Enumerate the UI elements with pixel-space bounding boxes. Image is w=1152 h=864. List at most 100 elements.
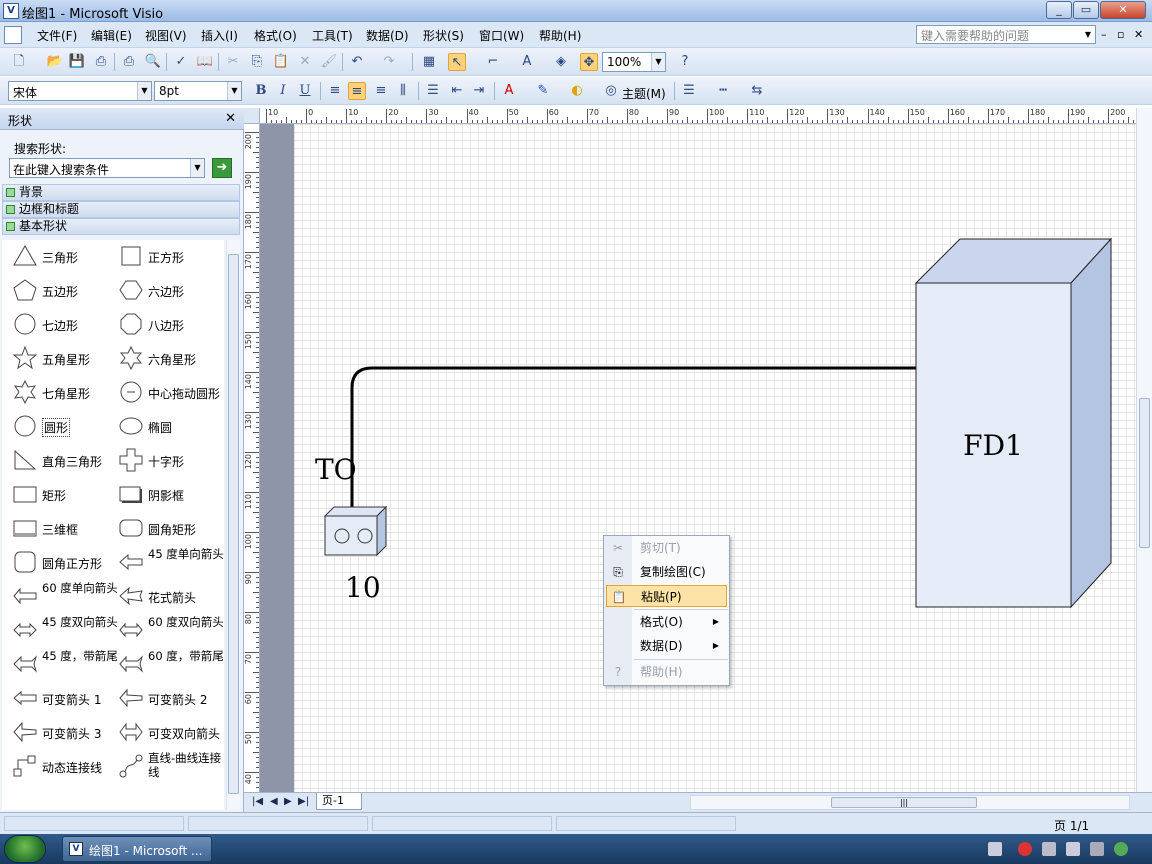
line-color-icon[interactable]: ✎ (534, 82, 552, 100)
increase-indent-icon[interactable]: ⇥ (470, 82, 488, 100)
shape-right-triangle[interactable]: 直角三角形 (6, 445, 112, 477)
shape-rectangle[interactable]: 矩形 (6, 479, 112, 511)
first-page-icon[interactable]: |◀ (252, 796, 263, 807)
research-icon[interactable]: 📖 (196, 53, 214, 71)
shapes-window-icon[interactable]: ▦ (420, 53, 438, 71)
shape-flex-arrow-2[interactable]: 可变箭头 2 (112, 683, 218, 715)
shape-star6[interactable]: 六角星形 (112, 343, 218, 375)
outlet-number-label[interactable]: 10 (345, 571, 381, 604)
shape-dynamic-connector[interactable]: 动态连接线 (6, 751, 112, 783)
connector-tool-icon[interactable]: ⌐ (484, 53, 502, 71)
open-icon[interactable]: 📂 (46, 53, 64, 71)
to-label[interactable]: TO (315, 453, 357, 486)
scrollbar-thumb[interactable] (228, 254, 239, 794)
start-button[interactable] (4, 835, 46, 863)
page-tab[interactable]: 页-1 (316, 793, 362, 810)
print-icon[interactable]: ⎙ (120, 53, 138, 71)
visio-icon[interactable]: V (3, 3, 19, 19)
shape-pentagon[interactable]: 五边形 (6, 275, 112, 307)
doc-close-icon[interactable]: ✕ (1134, 28, 1143, 41)
doc-restore-icon[interactable]: ▫ (1117, 28, 1124, 41)
update-icon[interactable] (1114, 842, 1128, 856)
menu-format[interactable]: 格式(O) (254, 27, 297, 44)
menu-tools[interactable]: 工具(T) (312, 27, 353, 44)
outlet-side-face[interactable] (376, 505, 387, 557)
print-preview-icon[interactable]: ⎙ (92, 53, 110, 71)
shape-double-arrow-45[interactable]: 45 度双向箭头 (6, 615, 118, 647)
close-icon[interactable]: ✕ (225, 111, 236, 126)
help-search-input[interactable]: 键入需要帮助的问题 ▼ (916, 25, 1096, 44)
underline-icon[interactable]: U (296, 82, 314, 100)
undo-icon[interactable]: ↶ (348, 53, 366, 71)
align-center-icon[interactable]: ≡ (348, 82, 366, 100)
align-left-icon[interactable]: ≡ (326, 82, 344, 100)
context-help[interactable]: ? 帮助(H) (606, 661, 727, 683)
context-format[interactable]: 格式(O) ▶ (606, 611, 727, 633)
context-copy-drawing[interactable]: ⎘ 复制绘图(C) (606, 561, 727, 583)
line-weight-icon[interactable]: ☰ (680, 82, 698, 100)
distribute-icon[interactable]: ⫼ (394, 82, 412, 100)
shape-fancy-arrow[interactable]: 花式箭头 (112, 581, 218, 613)
volume-icon[interactable] (1066, 842, 1080, 856)
next-page-icon[interactable]: ▶ (284, 796, 292, 807)
chevron-down-icon[interactable]: ▼ (190, 159, 204, 177)
shape-star5[interactable]: 五角星形 (6, 343, 112, 375)
shapes-scrollbar[interactable] (226, 240, 240, 810)
chevron-down-icon[interactable]: ▼ (227, 82, 241, 100)
context-data[interactable]: 数据(D) ▶ (606, 635, 727, 657)
shape-center-circle[interactable]: 中心拖动圆形 (112, 377, 220, 409)
minimize-button[interactable]: _ (1046, 1, 1072, 19)
cable-connector[interactable] (350, 366, 916, 512)
pan-zoom-icon[interactable]: ✥ (580, 53, 598, 71)
shape-square[interactable]: 正方形 (112, 241, 218, 273)
line-pattern-icon[interactable]: ┅ (714, 82, 732, 100)
chevron-down-icon[interactable]: ▼ (651, 53, 665, 71)
vertical-ruler[interactable]: 200 190 180 170 160 150 140 130 120 110 100 90 80 70 6… (244, 124, 260, 798)
font-select[interactable]: 宋体 ▼ (8, 81, 152, 101)
menu-edit[interactable]: 编辑(E) (91, 27, 132, 44)
save-icon[interactable]: 💾 (68, 53, 86, 71)
last-page-icon[interactable]: ▶| (298, 796, 309, 807)
scrollbar-thumb[interactable]: ||| (831, 797, 977, 808)
menu-help[interactable]: 帮助(H) (539, 27, 581, 44)
outlet-top-face[interactable] (323, 506, 388, 517)
menu-shape[interactable]: 形状(S) (423, 27, 464, 44)
scrollbar-thumb[interactable] (1139, 398, 1150, 548)
shape-rounded-rect[interactable]: 圆角矩形 (112, 513, 218, 545)
stencil-borders-titles[interactable]: 边框和标题 (2, 201, 240, 218)
decrease-indent-icon[interactable]: ⇤ (448, 82, 466, 100)
shape-flex-arrow-3[interactable]: 可变箭头 3 (6, 717, 112, 749)
cut-icon[interactable]: ✂ (224, 53, 242, 71)
search-shapes-input[interactable]: 在此键入搜索条件 ▼ (9, 158, 205, 178)
shape-triangle[interactable]: 三角形 (6, 241, 112, 273)
document-icon[interactable] (4, 26, 22, 44)
context-paste[interactable]: 📋 粘贴(P) (606, 585, 727, 607)
drawing-vertical-scrollbar[interactable] (1136, 108, 1152, 792)
italic-icon[interactable]: I (274, 82, 292, 100)
shape-cross[interactable]: 十字形 (112, 445, 218, 477)
preview-icon[interactable]: 🔍 (144, 53, 162, 71)
context-cut[interactable]: ✂ 剪切(T) (606, 537, 727, 559)
shape-arrow-60[interactable]: 60 度单向箭头 (6, 581, 118, 613)
network-icon[interactable] (1042, 842, 1056, 856)
font-size-select[interactable]: 8pt ▼ (154, 81, 242, 101)
drawing-canvas[interactable]: TO 10 FD1 (294, 124, 1136, 792)
keyboard-icon[interactable] (988, 842, 1002, 856)
format-painter-icon[interactable]: 🖌 (320, 53, 338, 71)
stencil-background[interactable]: 背景 (2, 184, 240, 201)
shape-flex-double-arrow[interactable]: 可变双向箭头 (112, 717, 220, 749)
theme-icon[interactable]: ◎ (602, 82, 620, 100)
cabinet-side-face[interactable] (1070, 237, 1112, 609)
shape-star7[interactable]: 七角星形 (6, 377, 112, 409)
shape-arrow-45[interactable]: 45 度单向箭头 (112, 547, 224, 579)
antivirus-icon[interactable] (1018, 842, 1032, 856)
paste-icon[interactable]: 📋 (272, 53, 290, 71)
taskbar-visio-item[interactable]: V 绘图1 - Microsoft ... (62, 836, 212, 862)
pointer-tool-icon[interactable]: ↖ (448, 53, 466, 71)
line-ends-icon[interactable]: ⇆ (748, 82, 766, 100)
shape-3d-box[interactable]: 三维框 (6, 513, 112, 545)
action-center-icon[interactable] (1090, 842, 1104, 856)
delete-icon[interactable]: ✕ (296, 53, 314, 71)
shape-line-curve-connector[interactable]: 直线-曲线连接线 (112, 751, 221, 783)
stencil-basic-shapes[interactable]: 基本形状 (2, 218, 240, 235)
